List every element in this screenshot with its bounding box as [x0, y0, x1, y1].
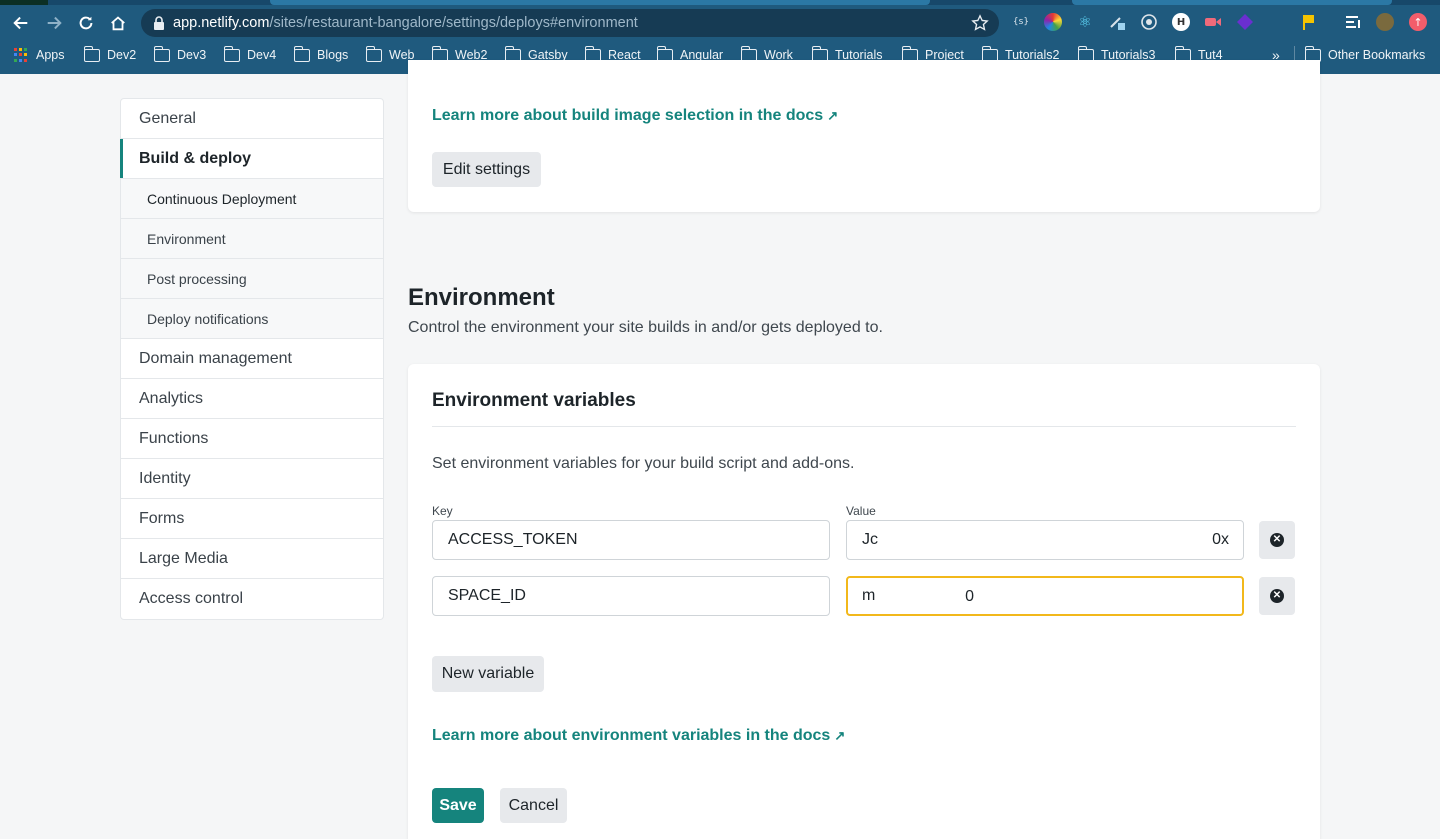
- external-link-arrow-icon: ↗: [834, 728, 846, 743]
- reading-list-icon[interactable]: [1344, 13, 1362, 31]
- extension-icon[interactable]: [1236, 13, 1254, 31]
- sidebar-subitem-deploy-notifications[interactable]: Deploy notifications: [121, 299, 383, 339]
- react-devtools-icon[interactable]: ⚛: [1076, 13, 1094, 31]
- tab[interactable]: [1072, 0, 1392, 5]
- build-image-docs-link[interactable]: Learn more about build image selection i…: [432, 107, 838, 125]
- folder-icon: [83, 45, 100, 62]
- sidebar-item-forms[interactable]: Forms: [121, 499, 383, 539]
- env-value-field[interactable]: m 0: [846, 576, 1244, 616]
- extension-icon[interactable]: [1108, 13, 1126, 31]
- sidebar-subitem-continuous-deployment[interactable]: Continuous Deployment: [121, 179, 383, 219]
- sidebar-item-domain-management[interactable]: Domain management: [121, 339, 383, 379]
- bookmark-folder[interactable]: Dev2: [83, 45, 136, 64]
- sidebar-subitem-environment[interactable]: Environment: [121, 219, 383, 259]
- update-icon[interactable]: ↑: [1409, 13, 1427, 31]
- save-button[interactable]: Save: [432, 788, 484, 823]
- environment-variables-card: Environment variables Set environment va…: [408, 364, 1320, 839]
- target-extension-icon[interactable]: [1140, 13, 1158, 31]
- folder-icon: [293, 45, 310, 62]
- apps-grid-icon: [14, 48, 28, 62]
- close-circle-icon: ✕: [1270, 589, 1284, 603]
- bookmark-apps[interactable]: Apps: [14, 46, 65, 64]
- video-extension-icon[interactable]: [1204, 13, 1222, 31]
- sidebar-item-access-control[interactable]: Access control: [121, 579, 383, 619]
- sidebar-item-analytics[interactable]: Analytics: [121, 379, 383, 419]
- new-variable-button[interactable]: New variable: [432, 656, 544, 692]
- extension-icon[interactable]: {s}: [1012, 13, 1030, 31]
- folder-icon: [365, 45, 382, 62]
- external-link-arrow-icon: ↗: [827, 108, 839, 123]
- extension-icon[interactable]: H: [1172, 13, 1190, 31]
- color-picker-extension-icon[interactable]: [1044, 13, 1062, 31]
- back-arrow-icon[interactable]: [8, 10, 34, 36]
- folder-icon: [153, 45, 170, 62]
- edit-settings-button[interactable]: Edit settings: [432, 152, 541, 187]
- environment-section-title: Environment: [408, 284, 555, 311]
- profile-avatar[interactable]: [1376, 13, 1394, 31]
- tab[interactable]: [0, 0, 48, 5]
- flag-extension-icon[interactable]: [1300, 13, 1318, 31]
- settings-sidebar: General Build & deploy Continuous Deploy…: [120, 98, 384, 620]
- bookmark-folder[interactable]: Blogs: [293, 45, 348, 64]
- value-label: Value: [846, 504, 876, 518]
- tab-strip: [0, 0, 1440, 5]
- other-bookmarks[interactable]: Other Bookmarks: [1304, 45, 1425, 64]
- forward-arrow-icon[interactable]: [41, 10, 67, 36]
- environment-variables-title: Environment variables: [432, 390, 636, 411]
- build-image-card: Learn more about build image selection i…: [408, 60, 1320, 212]
- lock-icon: [154, 16, 164, 30]
- close-circle-icon: ✕: [1270, 533, 1284, 547]
- delete-variable-button[interactable]: ✕: [1259, 521, 1295, 559]
- env-key-field[interactable]: SPACE_ID: [432, 576, 830, 616]
- delete-variable-button[interactable]: ✕: [1259, 577, 1295, 615]
- sidebar-item-functions[interactable]: Functions: [121, 419, 383, 459]
- home-icon[interactable]: [105, 10, 131, 36]
- env-value-field[interactable]: Jc 0x: [846, 520, 1244, 560]
- sidebar-item-identity[interactable]: Identity: [121, 459, 383, 499]
- bookmark-folder[interactable]: Dev4: [223, 45, 276, 64]
- address-bar[interactable]: app.netlify.com/sites/restaurant-bangalo…: [141, 9, 999, 37]
- bookmark-star-icon[interactable]: [971, 14, 989, 32]
- reload-icon[interactable]: [73, 10, 99, 36]
- folder-icon: [223, 45, 240, 62]
- sidebar-item-general[interactable]: General: [121, 99, 383, 139]
- env-key-field[interactable]: ACCESS_TOKEN: [432, 520, 830, 560]
- cancel-button[interactable]: Cancel: [500, 788, 567, 823]
- environment-section-description: Control the environment your site builds…: [408, 319, 883, 336]
- url-text[interactable]: app.netlify.com/sites/restaurant-bangalo…: [173, 15, 638, 31]
- tab[interactable]: [270, 0, 930, 5]
- sidebar-item-build-deploy[interactable]: Build & deploy: [120, 139, 383, 179]
- sidebar-subitem-post-processing[interactable]: Post processing: [121, 259, 383, 299]
- divider: [432, 426, 1296, 427]
- bookmark-folder[interactable]: Dev3: [153, 45, 206, 64]
- sidebar-item-large-media[interactable]: Large Media: [121, 539, 383, 579]
- environment-docs-link[interactable]: Learn more about environment variables i…: [432, 727, 845, 745]
- environment-variables-description: Set environment variables for your build…: [432, 455, 855, 472]
- key-label: Key: [432, 504, 453, 518]
